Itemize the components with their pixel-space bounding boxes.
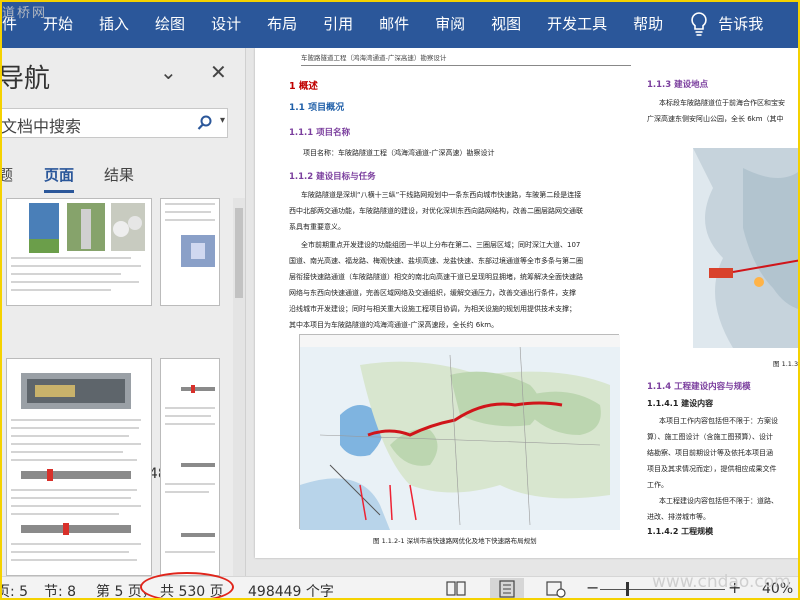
tell-me-box[interactable]: 告诉我 <box>676 0 763 48</box>
location-map-graphic <box>693 148 800 348</box>
paragraph-line: 工作。 <box>647 481 668 489</box>
paragraph-line: 结勘察、项目前期设计等及依托本项目涵 <box>647 449 773 457</box>
search-icon[interactable] <box>197 115 213 131</box>
page-header: 车陂路隧道工程（鸿海湾通道-广深高速）勘察设计 <box>301 52 631 66</box>
nav-search-placeholder: 文档中搜索 <box>1 117 82 136</box>
heading-goals: 1.1.2 建设目标与任务 <box>289 172 376 182</box>
document-page[interactable]: 车陂路隧道工程（鸿海湾通道-广深高速）勘察设计 1 概述 1.1 项目概况 1.… <box>255 48 800 558</box>
close-icon[interactable]: ✕ <box>210 60 227 84</box>
paragraph-line: 沿线城市开发建设；同时与相关重大设施工程项目协调，为相关设施的规划用提供技术支撑… <box>289 305 576 313</box>
tab-view[interactable]: 视图 <box>478 0 534 48</box>
tab-layout[interactable]: 布局 <box>254 0 310 48</box>
print-layout-icon <box>499 580 515 598</box>
chevron-down-icon[interactable]: ⌄ <box>160 60 177 84</box>
watermark-logo: 道桥网 <box>2 6 48 21</box>
status-word-count[interactable]: 498449 个字 <box>248 581 334 600</box>
heading-project-scale: 1.1.4.2 工程规模 <box>647 527 714 536</box>
paragraph-line: 本工程建设内容包括但不限于：道路、 <box>659 497 778 505</box>
thumbnail-content <box>165 385 215 553</box>
nav-pane-title: 导航 <box>0 64 51 94</box>
heading-project-overview: 1.1 项目概况 <box>289 103 345 113</box>
print-layout-button[interactable] <box>490 578 524 600</box>
watermark-url: www.cndao.com <box>652 572 791 592</box>
figure-caption-right: 图 1.1.3- <box>773 360 800 368</box>
page-thumbnails: 248 <box>0 198 234 576</box>
page-thumbnail[interactable] <box>6 358 152 576</box>
paragraph-line: 网络与东西向快速通道，完善区域网络及交通组织，缓解交通压力，改善交通出行条件，支… <box>289 289 576 297</box>
tab-design[interactable]: 设计 <box>198 0 254 48</box>
paragraph-line: 本项目工作内容包括但不限于：方案设 <box>659 417 778 425</box>
nav-tab-results[interactable]: 结果 <box>104 164 134 185</box>
tab-review[interactable]: 审阅 <box>422 0 478 48</box>
heading-location: 1.1.3 建设地点 <box>647 80 709 90</box>
page-thumbnail[interactable] <box>160 358 220 576</box>
highlight-annotation <box>140 572 234 600</box>
nav-tab-pages[interactable]: 页面 <box>44 164 75 193</box>
nav-tab-headings[interactable]: 题 <box>0 164 13 185</box>
read-mode-icon[interactable] <box>446 580 466 598</box>
heading-project-name: 1.1.1 项目名称 <box>289 128 351 138</box>
zoom-out-icon[interactable]: − <box>586 578 599 597</box>
paragraph-line: 西中北部两交通功能，车陂路隧道的建设，对优化深圳东西向路网结构，改善二圈层路网交… <box>289 207 583 215</box>
navigation-pane: 导航 ⌄ ✕ 文档中搜索 ▾ 题 页面 结果 <box>0 48 246 576</box>
nav-search-box[interactable]: 文档中搜索 ▾ <box>0 108 228 138</box>
paragraph-line: 项目及其求情况而定），提供相应成果文件 <box>647 465 777 473</box>
document-area[interactable]: 车陂路隧道工程（鸿海湾通道-广深高速）勘察设计 1 概述 1.1 项目概况 1.… <box>247 48 800 576</box>
paragraph-line: 进改、排涝城市等。 <box>647 513 710 521</box>
nav-tabs: 题 页面 结果 <box>0 160 245 193</box>
map-graphic <box>300 335 620 530</box>
paragraph-line: 其中本项目为车陂路隧道的鸿海湾通道-广深高速段，全长约 6km。 <box>289 321 499 329</box>
page-thumbnail[interactable] <box>6 198 152 306</box>
search-options-chevron-icon[interactable]: ▾ <box>220 115 225 126</box>
status-section[interactable]: 节: 8 <box>44 581 76 600</box>
lightbulb-icon <box>691 12 707 36</box>
heading-overview: 1 概述 <box>289 81 318 92</box>
paragraph-line: 层衔接快速路通道（车陂路隧道）相交的南北向高速干道已呈现明显拥堵，统筹解决全面快… <box>289 273 583 281</box>
heading-construction-content: 1.1.4.1 建设内容 <box>647 399 714 408</box>
paragraph-line: 广深高速东侧安阿山公园，全长 6km（其中 <box>647 115 784 123</box>
figure-caption: 图 1.1.2-1 深圳市高快速路网优化及地下快速路布局规划 <box>373 537 537 545</box>
heading-scope: 1.1.4 工程建设内容与规模 <box>647 382 751 392</box>
location-map-figure <box>693 148 800 348</box>
status-page[interactable]: 页: 5 <box>0 581 28 600</box>
tab-insert[interactable]: 插入 <box>86 0 142 48</box>
project-name-text: 项目名称：车陂路隧道工程（鸿海湾通道-广深高速）勘察设计 <box>303 149 495 157</box>
thumbnail-content <box>165 203 215 267</box>
ribbon-tab-bar: 件 开始 插入 绘图 设计 布局 引用 邮件 审阅 视图 开发工具 帮助 告诉我 <box>0 0 800 48</box>
route-map-figure <box>299 334 620 530</box>
tab-references[interactable]: 引用 <box>310 0 366 48</box>
zoom-slider-handle[interactable] <box>626 582 629 596</box>
thumbnail-content <box>11 203 145 291</box>
tab-mailings[interactable]: 邮件 <box>366 0 422 48</box>
paragraph-line: 车陂路隧道是深圳“八横十三纵”干线路网规划中一条东西向城市快速路，车陂第二段是连… <box>301 191 582 199</box>
tell-me-label: 告诉我 <box>718 15 764 33</box>
scrollbar-thumb[interactable] <box>235 208 243 298</box>
paragraph-line: 算）、施工图设计（含施工图预算）、设计 <box>647 433 773 441</box>
paragraph-line: 国道、南光高速、福龙路、梅观快速、盐坝高速、龙盐快速、东部过境通道等全市多条与第… <box>289 257 583 265</box>
thumbnail-content <box>11 373 141 561</box>
page-thumbnail[interactable] <box>160 198 220 306</box>
web-layout-icon[interactable] <box>546 580 566 598</box>
tab-developer[interactable]: 开发工具 <box>534 0 620 48</box>
tab-draw[interactable]: 绘图 <box>142 0 198 48</box>
paragraph-line: 全市前期重点开发建设的功能组团一半以上分布在第二、三圈层区域；同时深江大道、10… <box>301 241 581 249</box>
paragraph-line: 本标段车陂路隧道位于前海合作区和宝安 <box>659 99 785 107</box>
paragraph-line: 系具有重要意义。 <box>289 223 345 231</box>
nav-pane-scrollbar[interactable] <box>233 198 245 576</box>
tab-help[interactable]: 帮助 <box>620 0 676 48</box>
